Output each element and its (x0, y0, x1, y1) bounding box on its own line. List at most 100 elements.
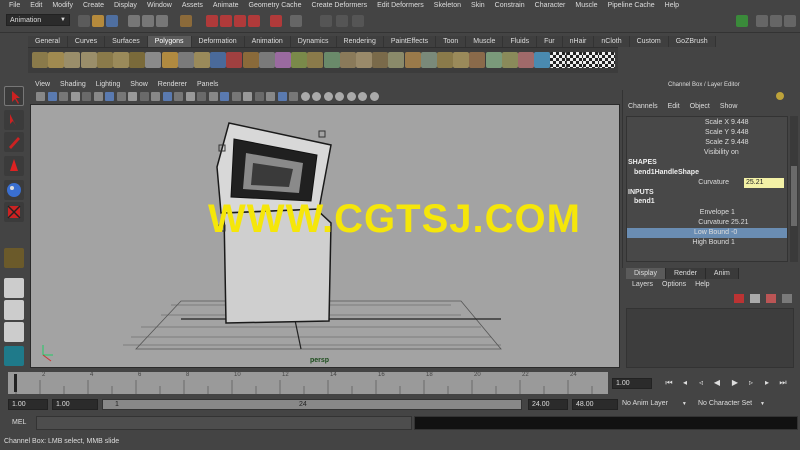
panel-toolbar-17-icon[interactable] (220, 92, 229, 101)
panel-toolbar-3-icon[interactable] (59, 92, 68, 101)
panel-toolbar-1-icon[interactable] (36, 92, 45, 101)
panel-menu-lighting[interactable]: Lighting (91, 80, 126, 90)
shelf-tool-35-icon[interactable] (582, 52, 599, 68)
menu-edit-deformers[interactable]: Edit Deformers (372, 2, 429, 9)
panel-toolbar-30-icon[interactable] (369, 92, 379, 101)
play-forward-icon[interactable]: ▶ (730, 378, 740, 388)
channel-row[interactable]: Envelope 1 (627, 208, 787, 218)
command-input[interactable] (36, 416, 412, 430)
scale-tool-icon[interactable] (4, 202, 24, 222)
channel-value[interactable]: 25.21 (731, 218, 749, 228)
range-slider[interactable]: 1 24 (102, 399, 522, 410)
panel-menu-panels[interactable]: Panels (192, 80, 223, 90)
shelf-tool-28-icon[interactable] (469, 52, 486, 68)
shelf-tab-fur[interactable]: Fur (537, 36, 563, 47)
shelf-tool-20-icon[interactable] (339, 52, 356, 68)
shelf-tab-fluids[interactable]: Fluids (503, 36, 538, 47)
layer-menu-help[interactable]: Help (695, 281, 709, 288)
shelf-tab-animation[interactable]: Animation (244, 36, 291, 47)
shelf-tab-nhair[interactable]: nHair (562, 36, 595, 47)
panel-toolbar-21-icon[interactable] (266, 92, 275, 101)
magnet-icon[interactable] (270, 15, 282, 27)
snap-point-icon[interactable] (234, 15, 246, 27)
channel-row[interactable]: Curvature 25.21 (627, 218, 787, 228)
channel-row[interactable]: Scale X 9.448 (627, 118, 787, 128)
panel-toolbar-18-icon[interactable] (231, 92, 241, 101)
panel-toolbar-12-icon[interactable] (162, 92, 172, 101)
panel-toolbar-25-icon[interactable] (312, 92, 321, 101)
menu-skeleton[interactable]: Skeleton (429, 2, 466, 9)
dock-icon[interactable] (776, 92, 784, 100)
channel-menu-show[interactable]: Show (720, 103, 738, 110)
shelf-tool-11-icon[interactable] (194, 52, 210, 68)
menu-modify[interactable]: Modify (47, 2, 78, 9)
play-backward-icon[interactable]: ◀ (712, 378, 722, 388)
two-pane-layout-icon[interactable] (4, 322, 24, 342)
layer-list[interactable] (626, 308, 794, 368)
render-icon[interactable] (320, 15, 332, 27)
outliner-layout-icon[interactable] (4, 346, 24, 366)
shelf-tab-custom[interactable]: Custom (629, 36, 669, 47)
move-tool-icon[interactable] (4, 156, 24, 176)
mask-icon[interactable] (180, 15, 192, 27)
shelf-tab-ncloth[interactable]: nCloth (594, 36, 630, 47)
shelf-tool-31-icon[interactable] (518, 52, 534, 68)
menu-animate[interactable]: Animate (208, 2, 244, 9)
panel-menu-view[interactable]: View (30, 80, 55, 90)
panel-toolbar-27-icon[interactable] (335, 92, 344, 101)
channel-value[interactable]: 1 (731, 238, 735, 248)
panel-toolbar-23-icon[interactable] (289, 92, 298, 101)
lasso-tool-icon[interactable] (4, 110, 24, 130)
panel-toolbar-2-icon[interactable] (47, 92, 57, 101)
panel-toolbar-29-icon[interactable] (358, 92, 367, 101)
panel-toolbar-24-icon[interactable] (300, 92, 310, 101)
shelf-tool-16-icon[interactable] (275, 52, 291, 68)
select-component-icon[interactable] (156, 15, 168, 27)
panel-toolbar-6-icon[interactable] (93, 92, 103, 101)
shelf-tab-surfaces[interactable]: Surfaces (105, 36, 148, 47)
shelf-tool-13-icon[interactable] (226, 52, 243, 68)
shelf-tab-deformation[interactable]: Deformation (191, 36, 245, 47)
panel-toolbar-9-icon[interactable] (128, 92, 137, 101)
new-layer-icon[interactable] (734, 294, 744, 303)
panel-menu-show[interactable]: Show (125, 80, 153, 90)
command-language-label[interactable]: MEL (12, 419, 26, 426)
current-frame-field[interactable]: 1.00 (612, 378, 652, 389)
shape-node-name[interactable]: bend1HandleShape (634, 169, 699, 176)
shelf-tab-curves[interactable]: Curves (67, 36, 106, 47)
layer-menu-options[interactable]: Options (662, 281, 686, 288)
channel-value[interactable]: -0 (731, 228, 737, 238)
step-back-key-icon[interactable]: ◂ (680, 378, 690, 388)
menu-geometry-cache[interactable]: Geometry Cache (244, 2, 307, 9)
menu-help[interactable]: Help (660, 2, 684, 9)
select-hierarchy-icon[interactable] (128, 15, 140, 27)
shelf-tool-10-icon[interactable] (177, 52, 194, 68)
shelf-tool-21-icon[interactable] (356, 52, 372, 68)
snap-grid-icon[interactable] (206, 15, 218, 27)
playback-start-field[interactable]: 1.00 (52, 399, 98, 410)
shelf-tool-33-icon[interactable] (550, 52, 567, 68)
channel-row[interactable]: Scale Y 9.448 (627, 128, 787, 138)
menu-edit[interactable]: Edit (25, 2, 47, 9)
shelf-tool-25-icon[interactable] (420, 52, 437, 68)
shelf-tool-1-icon[interactable] (32, 52, 48, 68)
shelf-tab-toon[interactable]: Toon (436, 36, 467, 47)
shelf-tool-4-icon[interactable] (80, 52, 97, 68)
save-scene-icon[interactable] (106, 15, 118, 27)
panel-toolbar-4-icon[interactable] (70, 92, 80, 101)
single-pane-layout-icon[interactable] (4, 278, 24, 298)
paint-select-tool-icon[interactable] (4, 132, 24, 152)
menu-pipeline-cache[interactable]: Pipeline Cache (603, 2, 660, 9)
shelf-tool-17-icon[interactable] (291, 52, 308, 68)
new-layer-selected-icon[interactable] (750, 294, 760, 303)
channel-box-icon[interactable] (784, 15, 796, 27)
history-icon[interactable] (290, 15, 302, 27)
shelf-tab-gozbrush[interactable]: GoZBrush (668, 36, 716, 47)
panel-toolbar-28-icon[interactable] (346, 92, 356, 101)
go-to-start-icon[interactable]: ⏮ (664, 378, 674, 388)
channel-box-scrollbar[interactable] (790, 116, 798, 262)
playback-end-field[interactable]: 24.00 (528, 399, 568, 410)
shelf-tool-14-icon[interactable] (242, 52, 259, 68)
channel-value[interactable]: 9.448 (731, 128, 749, 138)
channel-value[interactable]: 25.21 (744, 178, 784, 188)
